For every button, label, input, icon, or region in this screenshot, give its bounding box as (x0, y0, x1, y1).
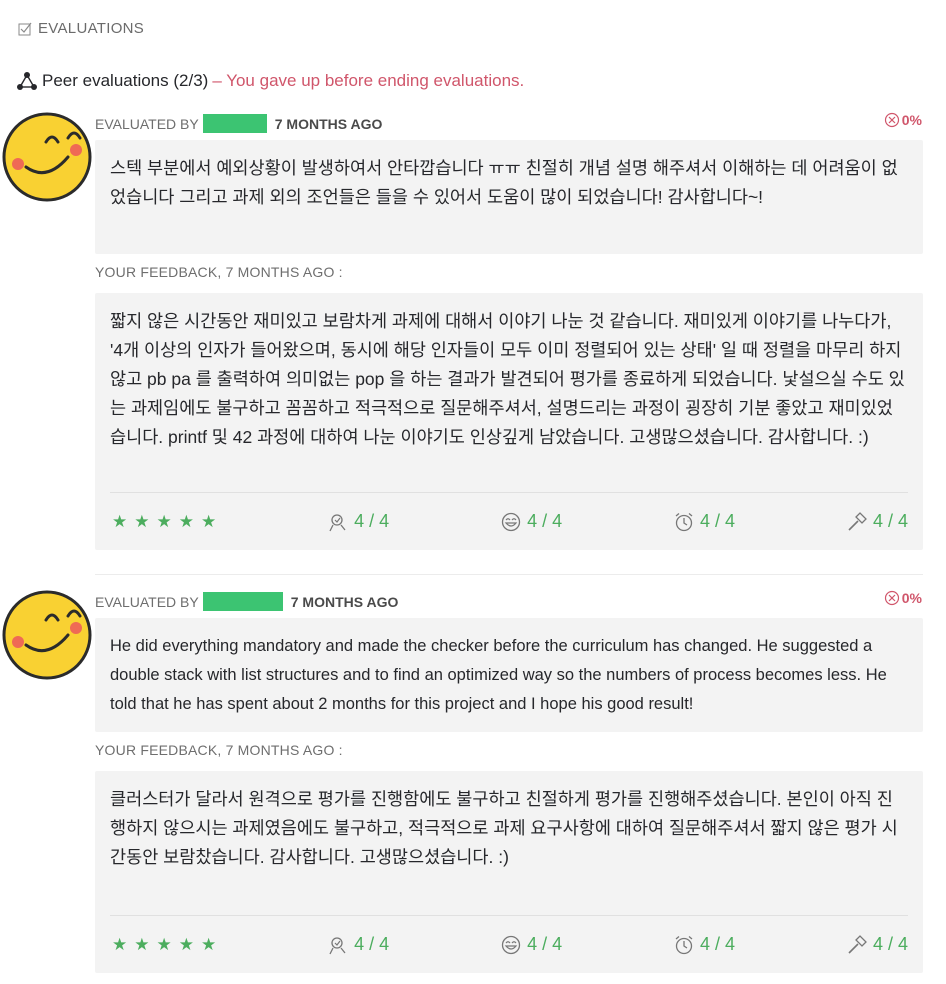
evaluator-meta: EVALUATED BY 7 MONTHS AGO (95, 114, 382, 133)
criterion-value: 4 / 4 (354, 934, 390, 954)
criterion-value: 4 / 4 (872, 511, 908, 531)
criterion-interest: 4 / 4 (328, 511, 389, 532)
your-feedback-label: YOUR FEEDBACK, 7 MONTHS AGO : (95, 742, 343, 758)
criterion-value: 4 / 4 (700, 511, 736, 531)
evaluator-comment: 스텍 부분에서 예외상황이 발생하여서 안타깝습니다 ㅠㅠ 친절히 개념 설명 … (95, 140, 923, 254)
interest-icon (329, 513, 346, 531)
rating-row: ★ ★ ★ ★ ★ 4 / 4 4 / 4 4 / 4 4 / 4 (110, 915, 908, 973)
evaluator-comment: He did everything mandatory and made the… (95, 618, 923, 732)
nice-smiley-icon (501, 512, 521, 531)
evaluations-header: EVALUATIONS (18, 20, 144, 37)
criterion-value: 4 / 4 (354, 511, 390, 531)
feedback-box: 짧지 않은 시간동안 재미있고 보람차게 과제에 대해서 이야기 나눈 것 같습… (95, 293, 923, 550)
fail-circle-x-icon (884, 590, 899, 606)
evaluations-title: EVALUATIONS (38, 20, 145, 37)
evaluator-meta: EVALUATED BY 7 MONTHS AGO (95, 592, 398, 611)
checkbox-icon (18, 22, 32, 35)
smiley-avatar (2, 112, 92, 202)
peers-network-icon (17, 72, 37, 90)
criterion-value: 4 / 4 (527, 934, 563, 954)
rigor-hammer-icon (848, 511, 867, 531)
star-icon: ★ (112, 934, 128, 954)
rating-row: ★ ★ ★ ★ ★ 4 / 4 4 / 4 4 / 4 4 / 4 (110, 492, 908, 550)
star-rating: ★ ★ ★ ★ ★ (110, 512, 216, 532)
evaluation-score: 0% (884, 590, 922, 606)
star-icon: ★ (178, 934, 194, 954)
star-rating: ★ ★ ★ ★ ★ (110, 935, 216, 955)
feedback-box: 클러스터가 달라서 원격으로 평가를 진행함에도 불구하고 친절하게 평가를 진… (95, 771, 923, 973)
criterion-value: 4 / 4 (872, 934, 908, 954)
score-value: 0% (901, 112, 922, 128)
peer-evaluations-header: Peer evaluations (2/3) – You gave up bef… (16, 70, 524, 92)
card-divider (95, 574, 923, 575)
star-icon: ★ (134, 511, 150, 531)
evaluator-login-redacted[interactable] (202, 592, 283, 611)
score-value: 0% (901, 590, 922, 606)
your-feedback-text: 짧지 않은 시간동안 재미있고 보람차게 과제에 대해서 이야기 나눈 것 같습… (110, 311, 905, 447)
star-icon: ★ (156, 511, 172, 531)
criterion-interest: 4 / 4 (328, 934, 389, 955)
evaluation-score: 0% (884, 112, 922, 128)
interest-icon (329, 936, 346, 954)
rigor-hammer-icon (848, 934, 867, 954)
criterion-rigor: 4 / 4 (847, 511, 908, 532)
star-icon: ★ (112, 511, 128, 531)
fail-circle-x-icon (884, 112, 899, 128)
evaluated-by-label: EVALUATED BY (95, 115, 199, 132)
nice-smiley-icon (501, 935, 521, 954)
your-feedback-label: YOUR FEEDBACK, 7 MONTHS AGO : (95, 264, 343, 280)
star-icon: ★ (201, 511, 217, 531)
star-icon: ★ (178, 511, 194, 531)
smiley-avatar (2, 590, 92, 680)
punctuality-clock-icon (675, 935, 693, 954)
your-feedback-text: 클러스터가 달라서 원격으로 평가를 진행함에도 불구하고 친절하게 평가를 진… (110, 789, 898, 867)
peer-evaluations-title: Peer evaluations (2/3) (42, 71, 209, 90)
evaluation-time: 7 MONTHS AGO (274, 115, 383, 132)
evaluated-by-label: EVALUATED BY (95, 593, 199, 610)
gave-up-warning: – You gave up before ending evaluations. (212, 71, 525, 90)
criterion-rigor: 4 / 4 (847, 934, 908, 955)
criterion-nice: 4 / 4 (501, 934, 562, 955)
criterion-punctuality: 4 / 4 (674, 511, 735, 532)
evaluation-time: 7 MONTHS AGO (290, 593, 399, 610)
star-icon: ★ (156, 934, 172, 954)
evaluator-login-redacted[interactable] (202, 114, 267, 133)
star-icon: ★ (201, 934, 217, 954)
criterion-value: 4 / 4 (700, 934, 736, 954)
star-icon: ★ (134, 934, 150, 954)
criterion-value: 4 / 4 (527, 511, 563, 531)
criterion-nice: 4 / 4 (501, 511, 562, 532)
punctuality-clock-icon (675, 512, 693, 531)
criterion-punctuality: 4 / 4 (674, 934, 735, 955)
